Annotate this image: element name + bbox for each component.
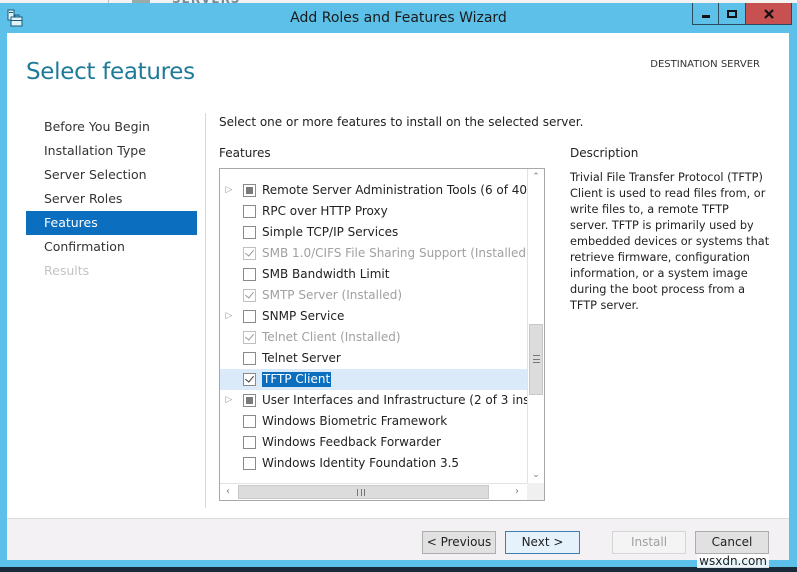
scroll-left-icon[interactable]: ‹ bbox=[220, 484, 236, 500]
feature-row[interactable]: SMB Bandwidth Limit bbox=[220, 264, 527, 285]
wizard-content: Select features DESTINATION SERVER Befor… bbox=[7, 33, 789, 518]
feature-label: SMB Bandwidth Limit bbox=[262, 267, 390, 281]
next-button[interactable]: Next > bbox=[505, 531, 580, 554]
feature-checkbox[interactable] bbox=[243, 310, 256, 323]
previous-button[interactable]: < Previous bbox=[422, 531, 496, 554]
minimize-icon bbox=[701, 4, 711, 23]
feature-label: Windows Biometric Framework bbox=[262, 414, 448, 428]
horizontal-scroll-thumb[interactable] bbox=[238, 485, 489, 499]
feature-row[interactable]: ▷ Remote Server Administration Tools (6 o… bbox=[220, 180, 544, 201]
page-title: Select features bbox=[26, 59, 195, 85]
wizard-footer: < Previous Next > Install Cancel bbox=[7, 518, 789, 560]
feature-row[interactable]: Simple TCP/IP Services bbox=[220, 222, 527, 243]
feature-label: Telnet Client (Installed) bbox=[262, 330, 401, 344]
feature-checkbox[interactable] bbox=[243, 394, 256, 407]
close-icon bbox=[763, 4, 774, 23]
feature-label: RPC over HTTP Proxy bbox=[262, 204, 388, 218]
wizard-nav: Before You Begin Installation Type Serve… bbox=[26, 115, 197, 283]
feature-row[interactable]: ▷ User Interfaces and Infrastructure (2 o… bbox=[220, 390, 544, 411]
feature-row[interactable]: Windows Feedback Forwarder bbox=[220, 432, 527, 453]
feature-row[interactable]: Telnet Server bbox=[220, 348, 527, 369]
feature-label: Simple TCP/IP Services bbox=[262, 225, 399, 239]
feature-checkbox[interactable] bbox=[243, 352, 256, 365]
feature-label: SMB 1.0/CIFS File Sharing Support (Insta… bbox=[262, 246, 531, 260]
feature-label: Remote Differential Compression bbox=[262, 169, 460, 170]
feature-row[interactable]: Windows Identity Foundation 3.5 bbox=[220, 453, 527, 474]
minimize-button[interactable] bbox=[692, 3, 719, 25]
feature-checkbox[interactable] bbox=[243, 184, 256, 197]
nav-item-results: Results bbox=[44, 263, 90, 278]
feature-row[interactable]: TFTP Client bbox=[220, 369, 527, 390]
title-bar[interactable]: Add Roles and Features Wizard bbox=[0, 3, 797, 33]
scroll-down-icon[interactable]: ⌄ bbox=[528, 467, 544, 483]
instruction-text: Select one or more features to install o… bbox=[219, 115, 584, 129]
expand-arrow-icon[interactable]: ▷ bbox=[224, 180, 234, 201]
feature-label: Windows Identity Foundation 3.5 bbox=[262, 456, 460, 470]
nav-item-confirmation[interactable]: Confirmation bbox=[26, 235, 197, 259]
nav-item-before-you-begin[interactable]: Before You Begin bbox=[26, 115, 197, 139]
feature-checkbox[interactable] bbox=[243, 226, 256, 239]
scrollbar-corner bbox=[527, 483, 544, 500]
nav-divider bbox=[205, 113, 206, 508]
maximize-icon bbox=[727, 4, 737, 23]
destination-server-label: DESTINATION SERVER bbox=[650, 59, 760, 70]
feature-label: User Interfaces and Infrastructure (2 of… bbox=[262, 393, 545, 407]
nav-item-features[interactable]: Features bbox=[26, 211, 197, 235]
feature-row[interactable]: Telnet Client (Installed) bbox=[220, 327, 527, 348]
feature-label: TFTP Client bbox=[262, 372, 332, 387]
features-list[interactable]: Remote Differential Compression ▷ Remote S… bbox=[219, 168, 545, 501]
cancel-button[interactable]: Cancel bbox=[695, 531, 769, 554]
feature-checkbox[interactable] bbox=[243, 415, 256, 428]
install-button: Install bbox=[612, 531, 686, 554]
wizard-window: Add Roles and Features Wizard Select fea… bbox=[0, 3, 797, 567]
expand-arrow-icon[interactable]: ▷ bbox=[224, 306, 234, 327]
window-title: Add Roles and Features Wizard bbox=[290, 10, 507, 26]
feature-row[interactable]: Windows Biometric Framework bbox=[220, 411, 527, 432]
feature-checkbox[interactable] bbox=[243, 373, 256, 386]
feature-checkbox[interactable] bbox=[243, 205, 256, 218]
scroll-up-icon[interactable]: ⌃ bbox=[528, 169, 544, 185]
feature-label: Remote Server Administration Tools (6 of… bbox=[262, 183, 544, 197]
feature-checkbox[interactable] bbox=[243, 436, 256, 449]
feature-checkbox bbox=[243, 247, 256, 260]
expand-arrow-icon[interactable]: ▷ bbox=[224, 390, 234, 411]
feature-label: SMTP Server (Installed) bbox=[262, 288, 403, 302]
watermark: wsxdn.com bbox=[697, 554, 769, 568]
scroll-right-icon[interactable]: › bbox=[509, 484, 525, 500]
feature-label: Telnet Server bbox=[262, 351, 341, 365]
description-text: Trivial File Transfer Protocol (TFTP) Cl… bbox=[570, 171, 770, 312]
feature-checkbox[interactable] bbox=[243, 457, 256, 470]
features-heading: Features bbox=[219, 146, 271, 160]
grip-icon bbox=[533, 355, 540, 363]
feature-label: Windows Feedback Forwarder bbox=[262, 435, 441, 449]
feature-label: SNMP Service bbox=[262, 309, 345, 323]
vertical-scroll-thumb[interactable] bbox=[529, 324, 543, 395]
nav-item-installation-type[interactable]: Installation Type bbox=[26, 139, 197, 163]
feature-checkbox bbox=[243, 289, 256, 302]
feature-row[interactable]: RPC over HTTP Proxy bbox=[220, 201, 527, 222]
feature-row[interactable]: Remote Differential Compression bbox=[220, 169, 527, 180]
features-rows: Remote Differential Compression ▷ Remote S… bbox=[220, 169, 544, 474]
vertical-scrollbar[interactable]: ⌃ ⌄ bbox=[527, 169, 544, 483]
horizontal-scrollbar[interactable]: ‹ › bbox=[220, 483, 527, 500]
feature-row[interactable]: SMB 1.0/CIFS File Sharing Support (Insta… bbox=[220, 243, 531, 264]
feature-checkbox[interactable] bbox=[243, 268, 256, 281]
close-button[interactable] bbox=[746, 3, 792, 25]
description-heading: Description bbox=[570, 146, 639, 160]
grip-icon bbox=[357, 489, 365, 496]
nav-item-server-roles[interactable]: Server Roles bbox=[26, 187, 197, 211]
feature-row[interactable]: SMTP Server (Installed) bbox=[220, 285, 527, 306]
nav-item-server-selection[interactable]: Server Selection bbox=[26, 163, 197, 187]
feature-checkbox bbox=[243, 331, 256, 344]
feature-row[interactable]: ▷ SNMP Service bbox=[220, 306, 527, 327]
maximize-button[interactable] bbox=[719, 3, 746, 25]
